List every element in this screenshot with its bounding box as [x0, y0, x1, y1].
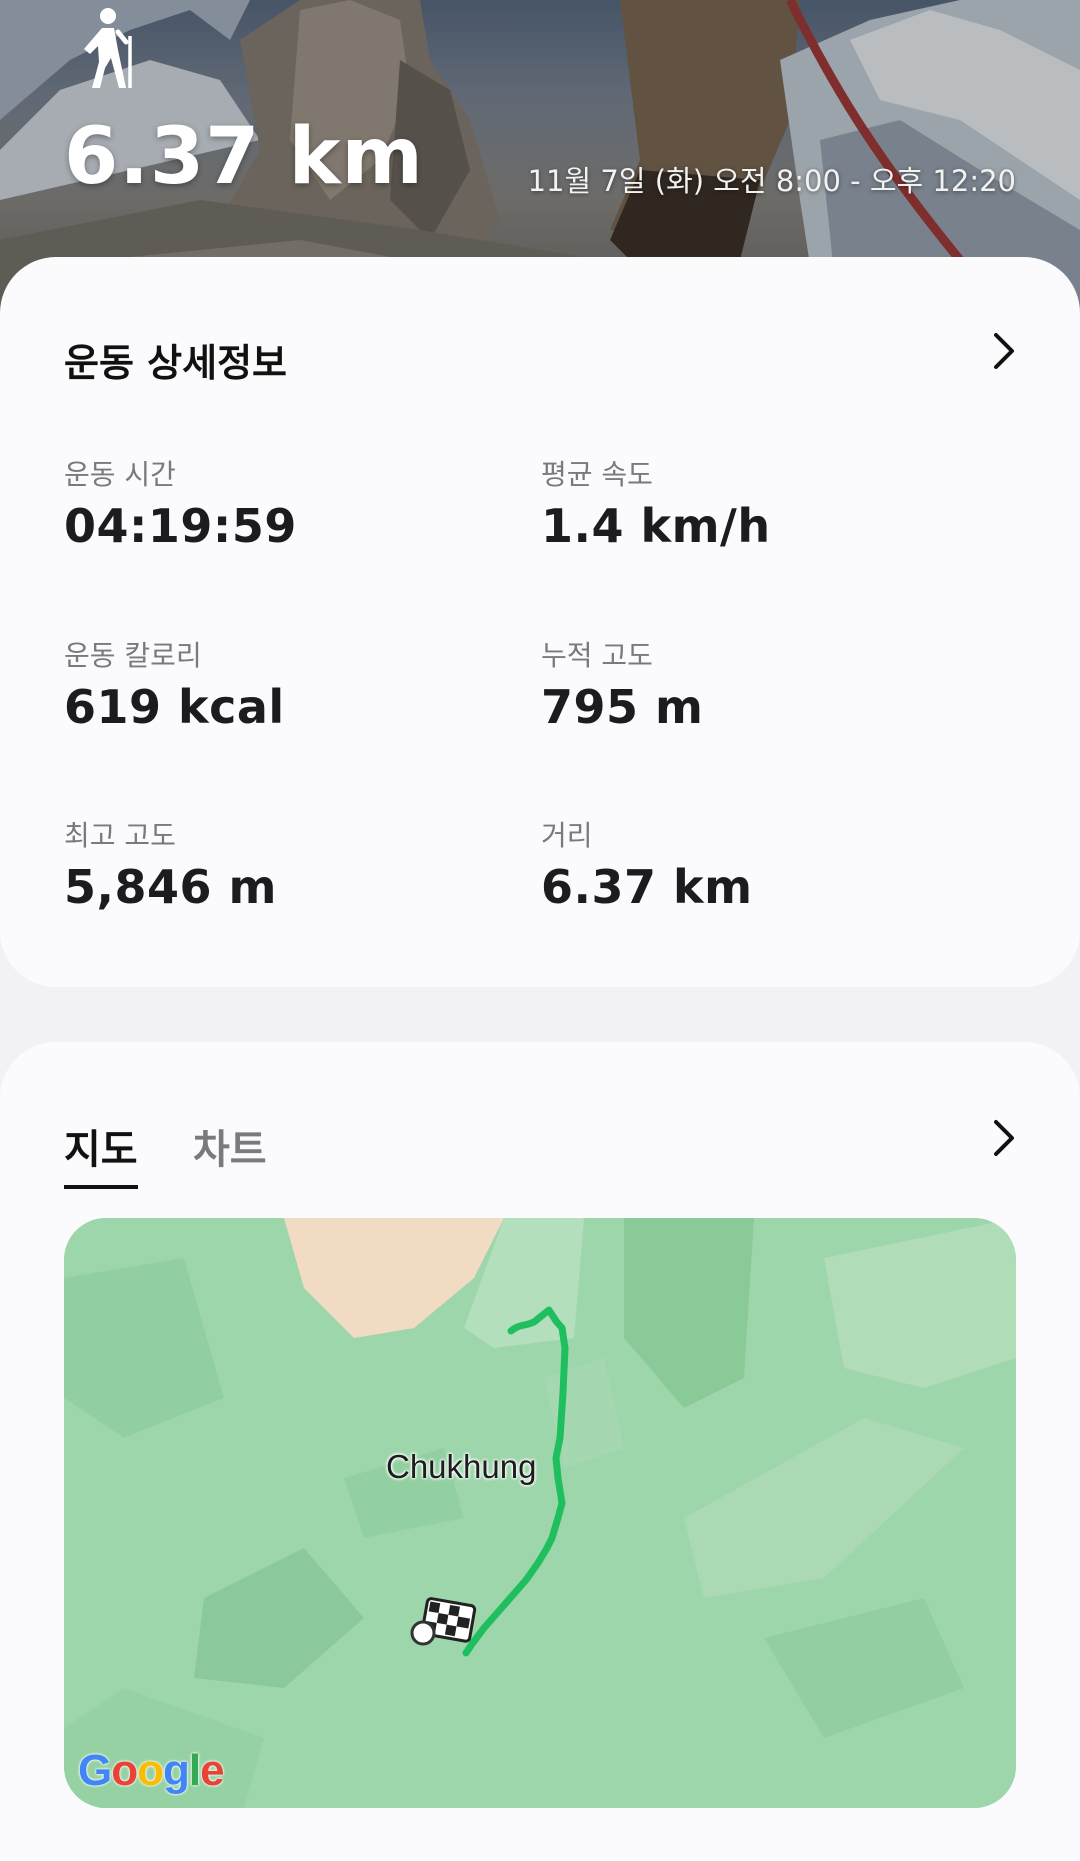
stat-label: 누적 고도 — [541, 639, 653, 672]
map-place-label: Chukhung — [386, 1448, 537, 1485]
google-logo-letter: e — [200, 1746, 225, 1795]
stat-calories: 운동 칼로리 619 kcal — [64, 634, 484, 734]
start-point-icon — [410, 1620, 436, 1646]
tab-chart[interactable]: 차트 — [193, 1117, 267, 1175]
google-logo-letter: o — [111, 1746, 138, 1795]
tab-map[interactable]: 지도 — [64, 1117, 138, 1189]
stat-elevation-gain: 누적 고도 795 m — [541, 634, 961, 734]
hero-datetime: 11월 7일 (화) 오전 8:00 - 오후 12:20 — [527, 164, 1016, 198]
stat-label: 최고 고도 — [64, 819, 176, 852]
stat-average-speed: 평균 속도 1.4 km/h — [541, 453, 961, 553]
hiking-person-icon — [84, 8, 132, 88]
route-map[interactable]: Chukhung Google — [64, 1218, 1016, 1808]
chevron-right-icon — [994, 1120, 1014, 1156]
google-logo-letter: o — [137, 1746, 164, 1795]
google-logo-letter: G — [78, 1746, 112, 1795]
stat-max-altitude: 최고 고도 5,846 m — [64, 814, 484, 914]
stat-value: 1.4 km/h — [541, 499, 771, 553]
stat-value: 6.37 km — [541, 860, 753, 914]
workout-details-title: 운동 상세정보 — [64, 341, 287, 385]
stat-label: 거리 — [541, 819, 593, 852]
stat-label: 운동 시간 — [64, 458, 176, 491]
stat-value: 04:19:59 — [64, 499, 297, 553]
chevron-right-icon — [994, 333, 1014, 369]
stat-label: 평균 속도 — [541, 458, 653, 491]
stat-workout-time: 운동 시간 04:19:59 — [64, 453, 484, 553]
stat-value: 5,846 m — [64, 860, 277, 914]
stat-label: 운동 칼로리 — [64, 639, 202, 672]
stat-value: 795 m — [541, 680, 704, 734]
map-terrain — [64, 1218, 1016, 1808]
map-chevron-button[interactable] — [978, 1112, 1030, 1164]
workout-details-card: 운동 상세정보 운동 시간 04:19:59 평균 속도 1.4 km/h 운동… — [0, 257, 1080, 987]
stat-distance: 거리 6.37 km — [541, 814, 961, 914]
google-logo-letter: g — [163, 1746, 190, 1795]
google-logo: Google — [78, 1746, 225, 1796]
stat-value: 619 kcal — [64, 680, 285, 734]
map-chart-card: 지도 차트 Chukhung Google — [0, 1042, 1080, 1861]
google-logo-letter: l — [188, 1746, 201, 1795]
hero-distance: 6.37 km — [64, 112, 424, 202]
details-chevron-button[interactable] — [978, 325, 1030, 377]
